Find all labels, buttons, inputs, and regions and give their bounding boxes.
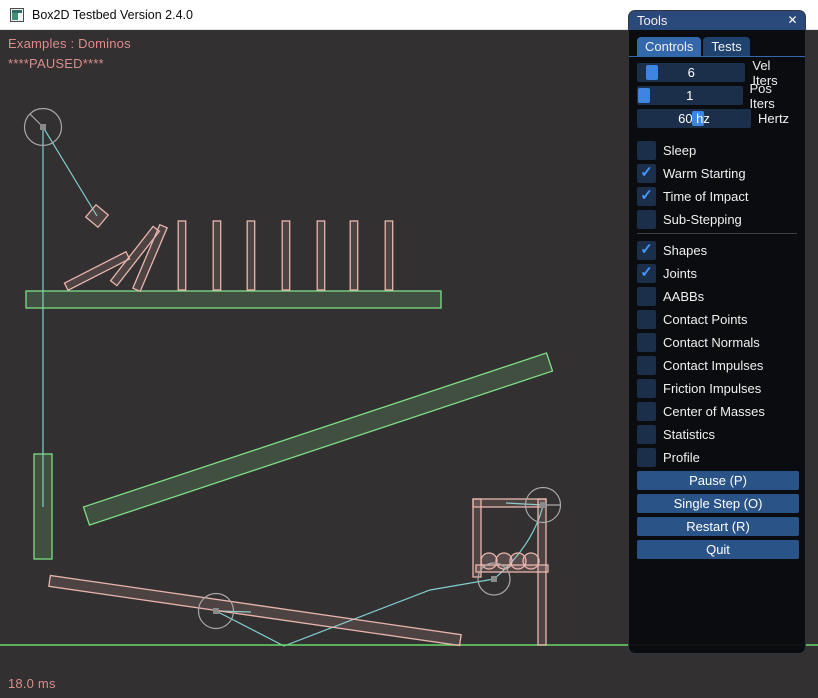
checkbox-label: Warm Starting	[663, 166, 746, 181]
slider-value: 1	[637, 86, 743, 105]
checkbox-row: ✓ Contact Points	[637, 310, 797, 329]
joints-checkbox[interactable]: ✓	[637, 264, 656, 283]
friction-impulses-checkbox[interactable]: ✓	[637, 379, 656, 398]
tools-panel-titlebar[interactable]: Tools ✕	[629, 11, 805, 30]
tools-panel-title: Tools	[637, 13, 667, 28]
checkbox-label: Friction Impulses	[663, 381, 761, 396]
checkbox-label: Contact Points	[663, 312, 748, 327]
checkbox-row: ✓ Joints	[637, 264, 797, 283]
quit-button[interactable]: Quit	[637, 540, 799, 559]
checkbox-row: ✓ Statistics	[637, 425, 797, 444]
contact-normals-checkbox[interactable]: ✓	[637, 333, 656, 352]
slider-row: 6 Vel Iters	[637, 63, 797, 82]
pos-iters-slider[interactable]: 1	[637, 86, 743, 105]
tools-close-icon[interactable]: ✕	[784, 12, 801, 29]
green-pillar	[34, 454, 52, 559]
restart-button[interactable]: Restart (R)	[637, 517, 799, 536]
checkbox-row: ✓ Sleep	[637, 141, 797, 160]
aabbs-checkbox[interactable]: ✓	[637, 287, 656, 306]
pause-button[interactable]: Pause (P)	[637, 471, 799, 490]
checkbox-label: Sleep	[663, 143, 696, 158]
checkbox-label: Center of Masses	[663, 404, 765, 419]
checkbox-row: ✓ Profile	[637, 448, 797, 467]
checkbox-row: ✓ Warm Starting	[637, 164, 797, 183]
checkbox-label: Profile	[663, 450, 700, 465]
checkbox-row: ✓ Friction Impulses	[637, 379, 797, 398]
pendulum-bob	[86, 205, 109, 228]
tab-tests[interactable]: Tests	[703, 37, 749, 56]
checkbox-label: Shapes	[663, 243, 707, 258]
tab-controls[interactable]: Controls	[637, 37, 701, 56]
profile-checkbox[interactable]: ✓	[637, 448, 656, 467]
sub-stepping-checkbox[interactable]: ✓	[637, 210, 656, 229]
checkbox-row: ✓ Center of Masses	[637, 402, 797, 421]
time-of-impact-checkbox[interactable]: ✓	[637, 187, 656, 206]
hertz-slider[interactable]: 60 hz	[637, 109, 751, 128]
sleep-checkbox[interactable]: ✓	[637, 141, 656, 160]
check-icon: ✓	[637, 186, 656, 205]
contact-impulses-checkbox[interactable]: ✓	[637, 356, 656, 375]
checkbox-row: ✓ Sub-Stepping	[637, 210, 797, 229]
warm-starting-checkbox[interactable]: ✓	[637, 164, 656, 183]
contact-points-checkbox[interactable]: ✓	[637, 310, 656, 329]
slider-row: 60 hz Hertz	[637, 109, 797, 128]
frame-time-label: 18.0 ms	[8, 676, 56, 691]
checkbox-row: ✓ Contact Normals	[637, 333, 797, 352]
checkbox-label: Contact Normals	[663, 335, 760, 350]
separator	[637, 233, 797, 234]
app-icon	[10, 8, 24, 22]
center-of-masses-checkbox[interactable]: ✓	[637, 402, 656, 421]
checkbox-row: ✓ Contact Impulses	[637, 356, 797, 375]
single-step-button[interactable]: Single Step (O)	[637, 494, 799, 513]
paused-label: ****PAUSED****	[8, 56, 104, 71]
checkbox-label: Sub-Stepping	[663, 212, 742, 227]
example-label: Examples : Dominos	[8, 36, 131, 51]
check-icon: ✓	[637, 240, 656, 259]
slider-value: 60 hz	[637, 109, 751, 128]
checkbox-label: Joints	[663, 266, 697, 281]
slider-label: Hertz	[758, 111, 789, 126]
check-icon: ✓	[637, 163, 656, 182]
vel-iters-slider[interactable]: 6	[637, 63, 745, 82]
seesaw-plank	[49, 575, 461, 645]
statistics-checkbox[interactable]: ✓	[637, 425, 656, 444]
tab-bar: Controls Tests	[637, 37, 797, 56]
check-icon: ✓	[637, 263, 656, 282]
tools-panel-body: 6 Vel Iters 1 Pos Iters 60 hz Hertz	[629, 57, 805, 559]
slider-row: 1 Pos Iters	[637, 86, 797, 105]
checkbox-label: Contact Impulses	[663, 358, 763, 373]
tools-panel[interactable]: Tools ✕ Controls Tests 6 Vel Iters 1	[628, 10, 806, 654]
checkbox-label: AABBs	[663, 289, 704, 304]
checkbox-row: ✓ Time of Impact	[637, 187, 797, 206]
slider-value: 6	[637, 63, 745, 82]
app-window: Box2D Testbed Version 2.4.0 ─ □ ✕	[0, 0, 818, 698]
app-title: Box2D Testbed Version 2.4.0	[32, 0, 193, 30]
checkbox-row: ✓ Shapes	[637, 241, 797, 260]
slider-label: Pos Iters	[750, 81, 797, 111]
joint-anchor-squares	[40, 124, 546, 614]
checkbox-label: Time of Impact	[663, 189, 748, 204]
checkbox-row: ✓ AABBs	[637, 287, 797, 306]
domino-platform	[26, 291, 441, 308]
checkbox-label: Statistics	[663, 427, 715, 442]
dynamic-bodies	[49, 205, 548, 646]
shapes-checkbox[interactable]: ✓	[637, 241, 656, 260]
